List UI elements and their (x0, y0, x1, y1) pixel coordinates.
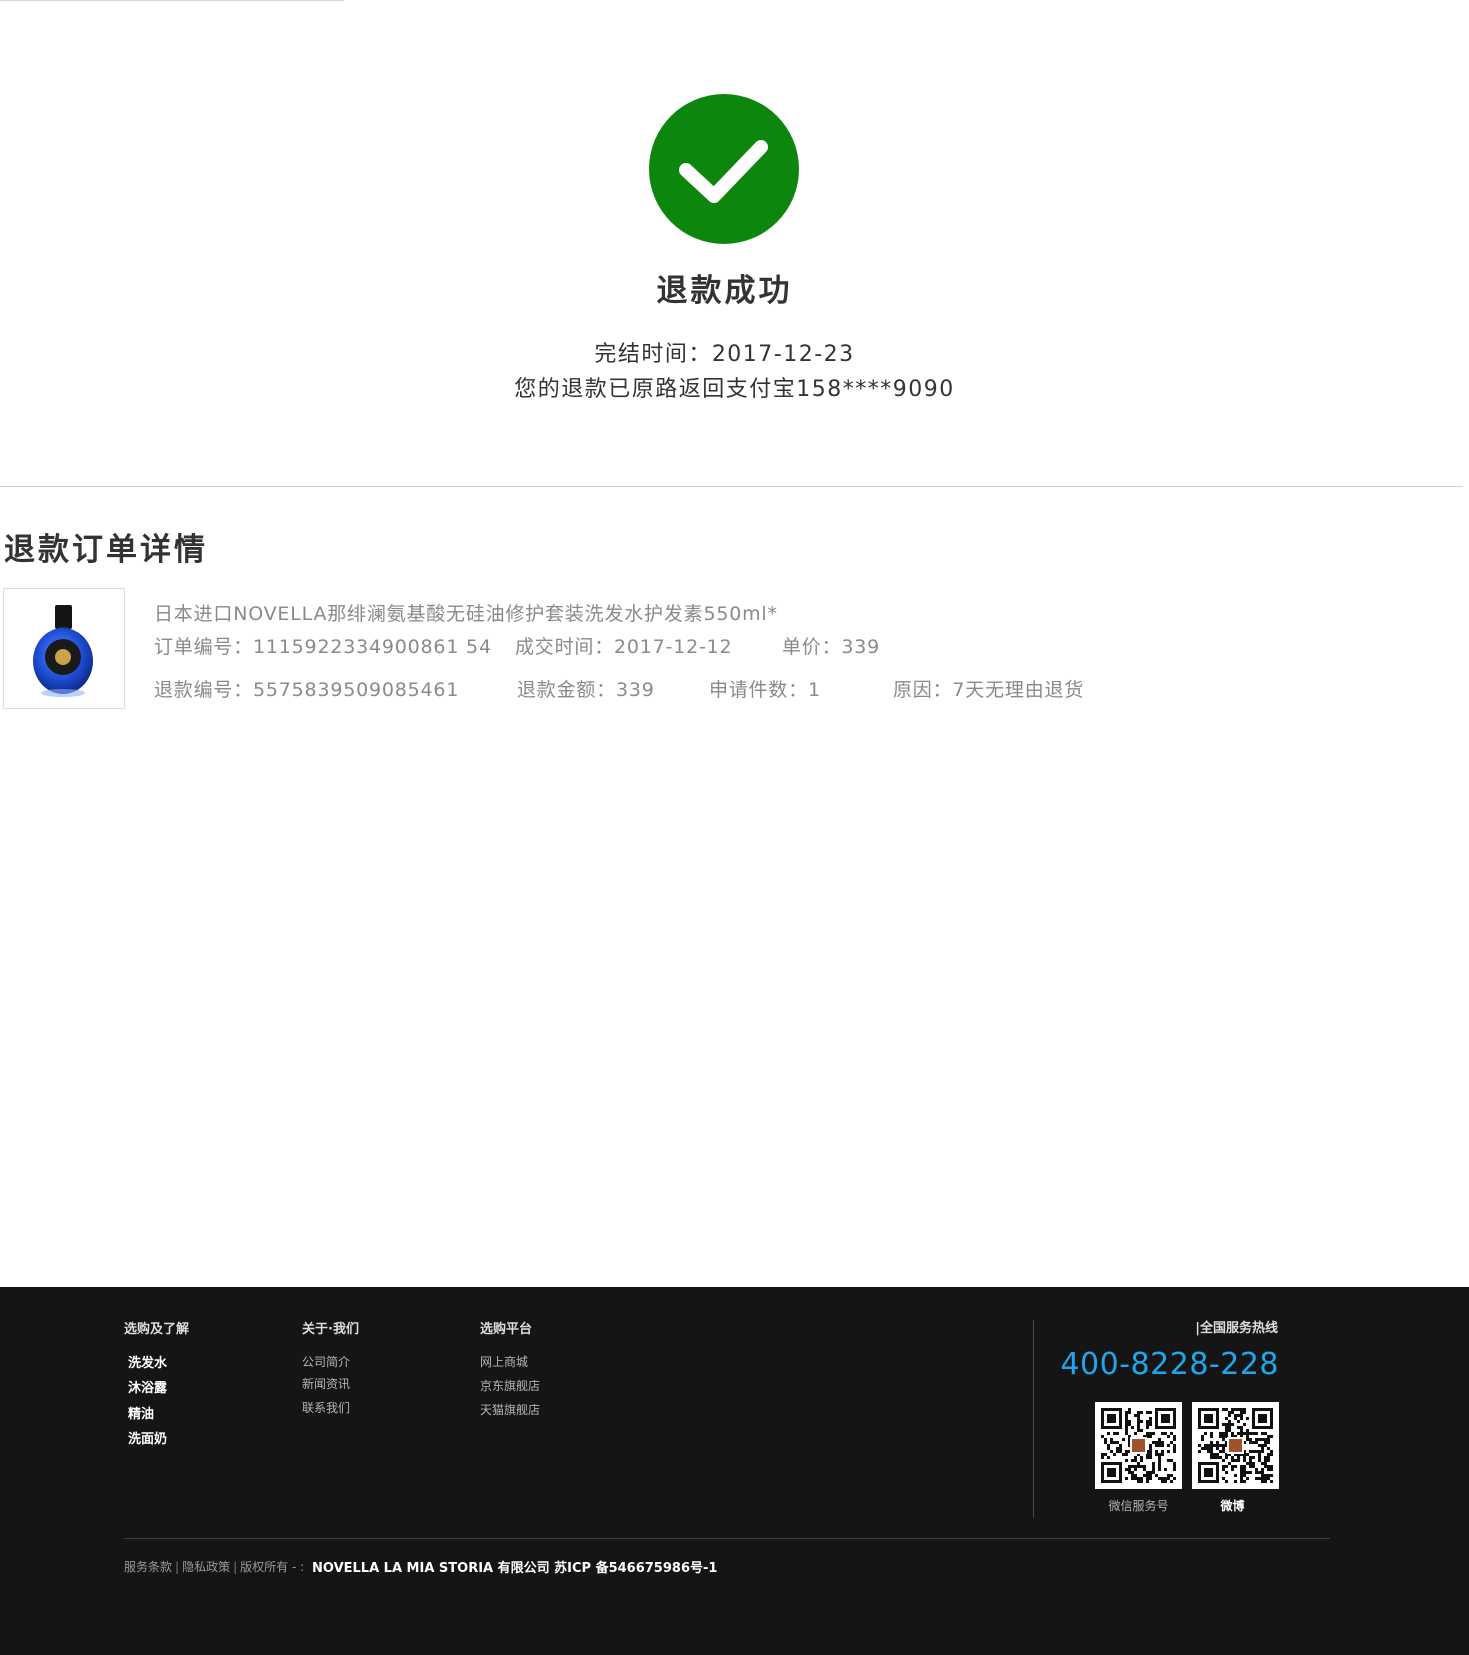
link-separator: | (175, 1560, 180, 1574)
footer-divider-horizontal (124, 1538, 1330, 1539)
product-thumbnail[interactable] (3, 588, 125, 709)
footer-link-mall[interactable]: 网上商城 (480, 1353, 528, 1370)
footer-col1-heading: 选购及了解 (124, 1322, 190, 1337)
finish-time: 完结时间：2017-12-23 (594, 342, 855, 367)
footer-col2-heading: 关于·我们 (302, 1322, 359, 1337)
weibo-qr-code[interactable] (1192, 1402, 1279, 1489)
deal-time: 成交时间：2017-12-12 (515, 636, 733, 658)
terms-link[interactable]: 服务条款 (124, 1560, 172, 1574)
wechat-qr-code[interactable] (1095, 1402, 1182, 1489)
product-name[interactable]: 日本进口NOVELLA那绯澜氨基酸无硅油修护套装洗发水护发素550ml* (154, 599, 778, 626)
refund-amount: 退款金额：339 (517, 679, 655, 701)
weibo-qr-caption: 微博 (1220, 1499, 1245, 1513)
footer-link-oil[interactable]: 精油 (128, 1403, 154, 1422)
copyright-link: 版权所有 - : (240, 1560, 305, 1574)
section-divider (0, 486, 1463, 487)
success-title: 退款成功 (656, 273, 793, 309)
footer-link-about[interactable]: 公司简介 (302, 1353, 350, 1370)
company-info: NOVELLA LA MIA STORIA 有限公司 苏ICP 备5466759… (312, 1561, 718, 1576)
footer-divider-vertical (1033, 1320, 1034, 1518)
check-circle-icon (649, 94, 799, 244)
link-separator: | (233, 1560, 238, 1574)
footer-link-jd[interactable]: 京东旗舰店 (480, 1377, 540, 1394)
footer-link-cleanser[interactable]: 洗面奶 (128, 1428, 167, 1447)
footer-link-news[interactable]: 新闻资讯 (302, 1375, 350, 1392)
section-title: 退款订单详情 (4, 532, 208, 568)
hotline-label: |全国服务热线 (1195, 1321, 1278, 1336)
footer-link-contact[interactable]: 联系我们 (302, 1399, 350, 1416)
footer: 选购及了解 洗发水 沐浴露 精油 洗面奶 关于·我们 公司简介 新闻资讯 联系我… (0, 1287, 1469, 1655)
unit-price: 单价：339 (782, 636, 881, 658)
apply-quantity: 申请件数：1 (709, 679, 821, 701)
refund-reason: 原因：7天无理由退货 (893, 679, 1085, 701)
refund-number: 退款编号：5575839509085461 (154, 679, 460, 701)
footer-legal-links: 服务条款 | 隐私政策 | 版权所有 - : (124, 1558, 304, 1575)
order-number: 订单编号：1115922334900861 54 (154, 636, 492, 658)
footer-link-bodywash[interactable]: 沐浴露 (128, 1377, 167, 1396)
refund-note: 您的退款已原路返回支付宝158****9090 (514, 377, 955, 402)
footer-link-tmall[interactable]: 天猫旗舰店 (480, 1401, 540, 1418)
privacy-link[interactable]: 隐私政策 (182, 1560, 230, 1574)
hotline-number[interactable]: 400-8228-228 (1060, 1347, 1279, 1382)
wechat-qr-caption: 微信服务号 (1108, 1499, 1169, 1513)
footer-link-shampoo[interactable]: 洗发水 (128, 1352, 167, 1371)
top-rule (0, 0, 344, 1)
footer-col3-heading: 选购平台 (480, 1322, 533, 1337)
